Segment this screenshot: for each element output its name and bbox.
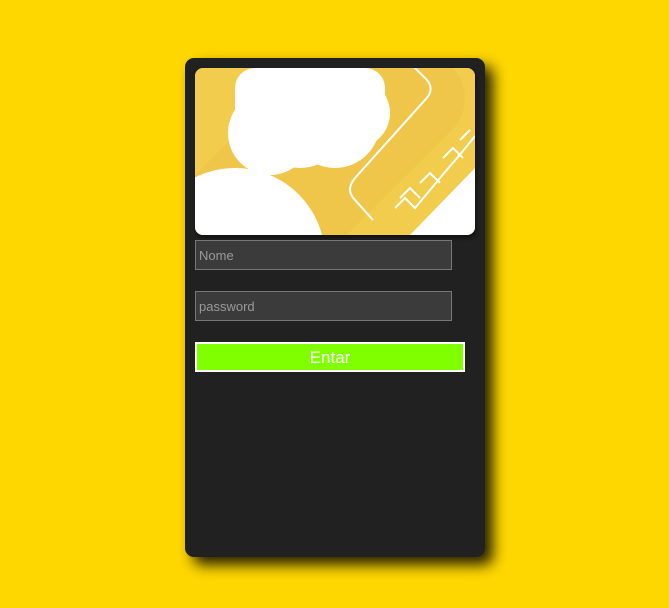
login-card: Entar — [185, 58, 485, 557]
header-illustration — [195, 68, 475, 235]
header-illustration-graphic — [195, 68, 475, 235]
enter-button[interactable]: Entar — [195, 342, 465, 372]
name-input[interactable] — [195, 240, 452, 270]
password-input[interactable] — [195, 291, 452, 321]
